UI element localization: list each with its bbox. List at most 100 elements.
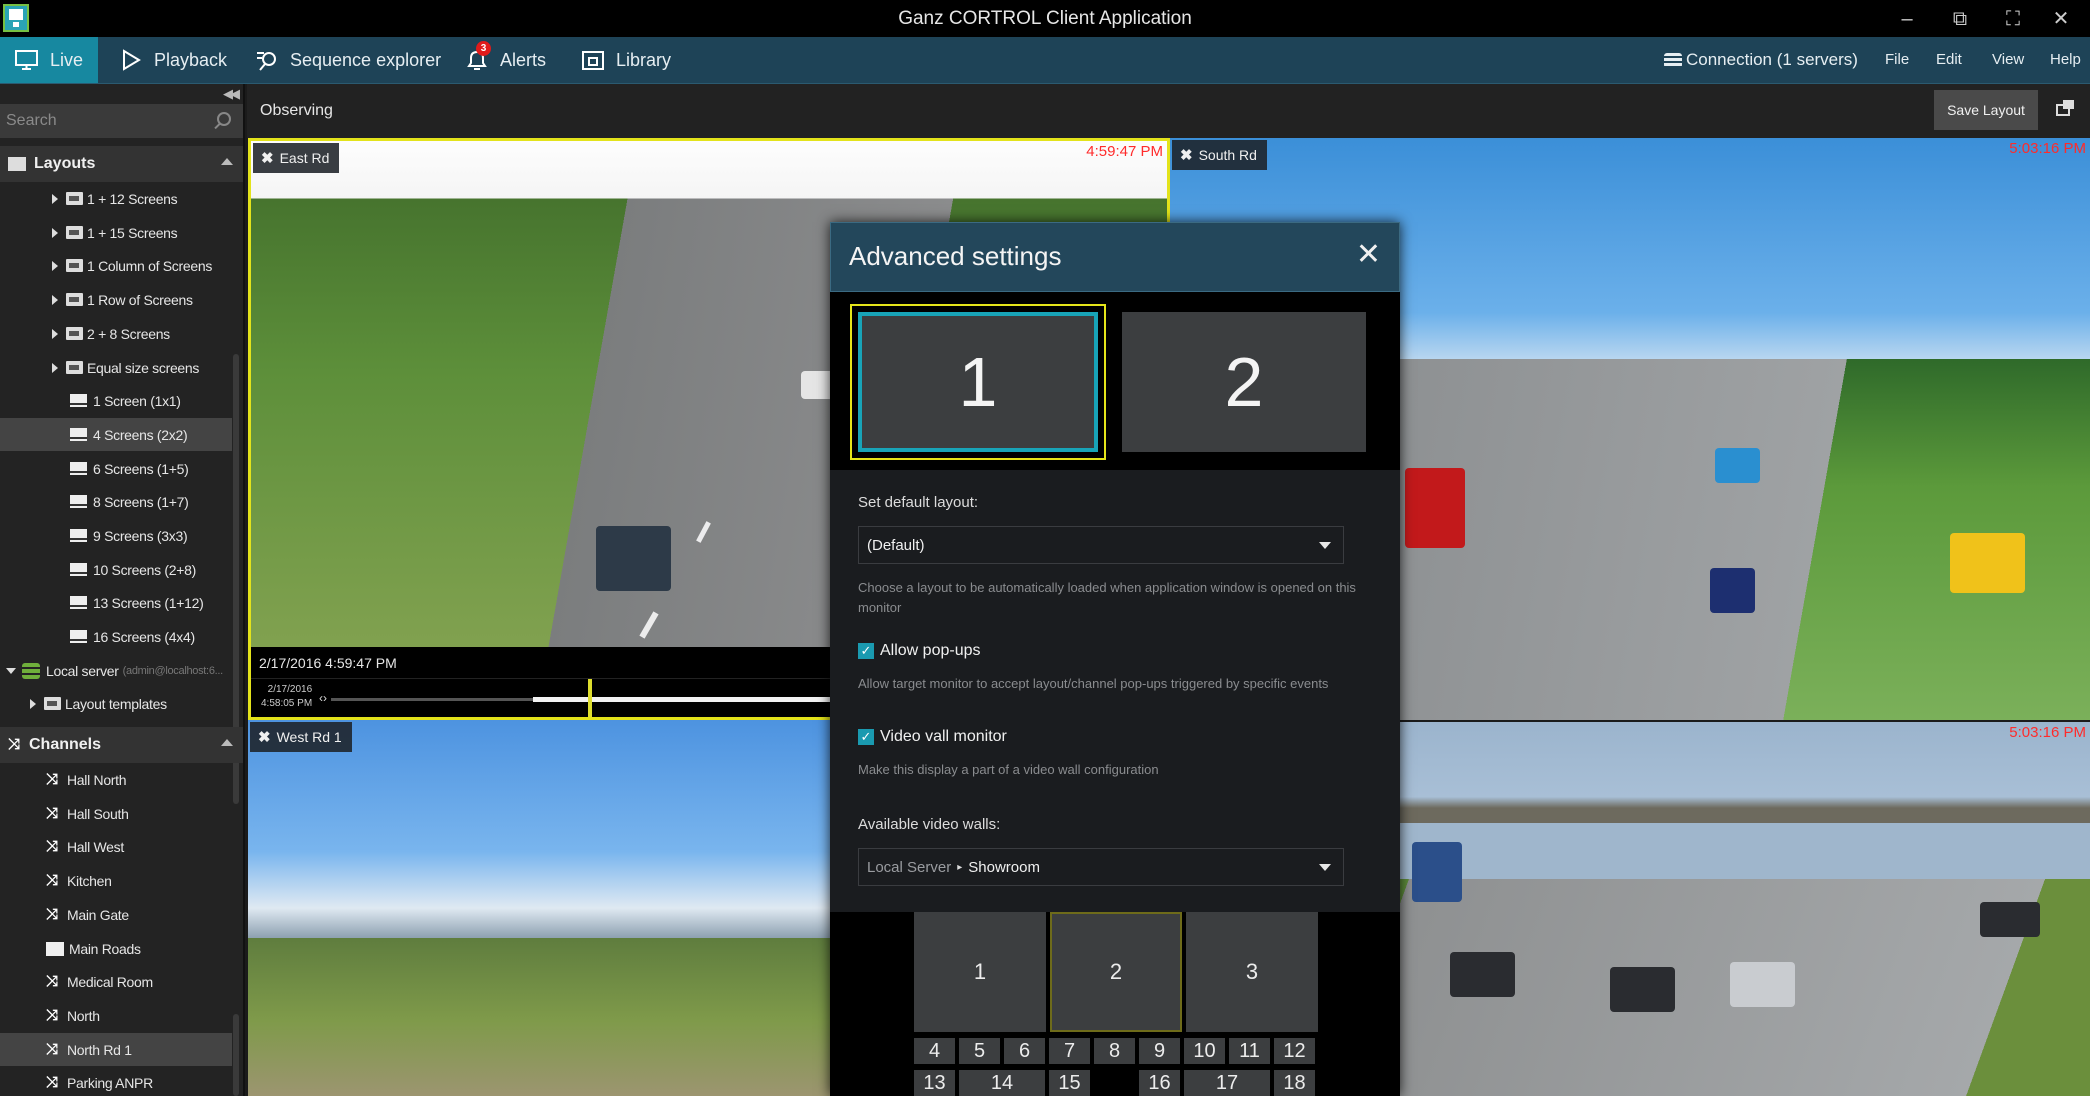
wall-screen-1[interactable]: 1 [914, 912, 1046, 1032]
tab-playback[interactable]: Playback [104, 37, 241, 83]
menu-help[interactable]: Help [2050, 37, 2081, 83]
wall-screen-18[interactable]: 18 [1274, 1070, 1315, 1096]
close-dialog-icon[interactable]: ✕ [1356, 239, 1381, 271]
restore-button[interactable]: ⧉ [1935, 4, 1985, 34]
channel-item[interactable]: ⤨ Kitchen [0, 864, 232, 897]
channel-item[interactable]: ⤨ Main Gate [0, 898, 232, 931]
monitor-1[interactable]: 1 [850, 304, 1106, 460]
wall-screen-2[interactable]: 2 [1050, 912, 1182, 1032]
wall-screen-9[interactable]: 9 [1139, 1038, 1180, 1064]
wall-screen-5[interactable]: 5 [959, 1038, 1000, 1064]
search-icon[interactable] [217, 112, 231, 126]
channel-icon: ⤨ [46, 1073, 58, 1091]
layout-folder[interactable]: 1 Column of Screens [0, 249, 232, 282]
tile-name: West Rd 1 [276, 729, 342, 745]
channel-item[interactable]: ⤨ Parking ANPR [0, 1066, 232, 1096]
save-layout-button[interactable]: Save Layout [1934, 90, 2038, 130]
layout-folder-label: 1 Row of Screens [87, 291, 193, 308]
layout-templates-node[interactable]: Layout templates [0, 687, 232, 720]
layout-label: 10 Screens (2+8) [93, 561, 196, 578]
layout-item[interactable]: 10 Screens (2+8) [0, 553, 232, 586]
layout-folder[interactable]: 1 Row of Screens [0, 283, 232, 316]
library-icon [580, 48, 606, 72]
wall-screen-16[interactable]: 16 [1139, 1070, 1180, 1096]
channel-item[interactable]: ⤨ Medical Room [0, 965, 232, 998]
allow-popups-checkbox[interactable]: ✓ Allow pop-ups [858, 642, 981, 660]
menu-edit[interactable]: Edit [1936, 37, 1962, 83]
wall-screen-10[interactable]: 10 [1184, 1038, 1225, 1064]
video-wall-monitor-checkbox[interactable]: ✓ Video vall monitor [858, 728, 1007, 746]
channel-item[interactable]: ⤨ North Rd 1 [0, 1033, 232, 1066]
tab-library[interactable]: Library [566, 37, 685, 83]
connection-button[interactable]: Connection (1 servers) [1664, 37, 1858, 83]
minimize-button[interactable]: – [1882, 4, 1932, 34]
tab-alerts[interactable]: 3 Alerts [450, 37, 560, 83]
channel-label: Hall South [67, 805, 129, 822]
video-tile-west-rd-1[interactable]: ✖ West Rd 1 [248, 720, 830, 1096]
default-layout-select[interactable]: (Default) [858, 526, 1344, 564]
wall-screen-7[interactable]: 7 [1049, 1038, 1090, 1064]
window-title: Ganz CORTROL Client Application [898, 8, 1192, 29]
timeline-zoom-icon[interactable]: ‹› [319, 691, 327, 705]
wall-screen-12[interactable]: 12 [1274, 1038, 1315, 1064]
wall-screen-4[interactable]: 4 [914, 1038, 955, 1064]
channel-item[interactable]: Main Roads [0, 932, 232, 965]
layout-folder[interactable]: 1 + 15 Screens [0, 216, 232, 249]
footer-datetime: 2/17/2016 4:59:47 PM [259, 655, 397, 671]
layout-folder-icon [66, 259, 83, 272]
layout-item[interactable]: 4 Screens (2x2) [0, 418, 232, 451]
menu-view[interactable]: View [1992, 37, 2024, 83]
collapse-sidebar-icon[interactable]: ◀◀ [223, 86, 240, 102]
channel-item[interactable]: ⤨ Hall South [0, 797, 232, 830]
layout-switch-icon[interactable] [2056, 100, 2074, 116]
layout-folder-label: 1 + 15 Screens [87, 224, 178, 241]
layout-folder[interactable]: 1 + 12 Screens [0, 182, 232, 215]
fullscreen-button[interactable]: ⛶ [1988, 4, 2038, 34]
wall-screen-11[interactable]: 11 [1229, 1038, 1270, 1064]
layouts-section-header[interactable]: Layouts [0, 146, 243, 182]
layout-item[interactable]: 1 Screen (1x1) [0, 384, 232, 417]
layout-folder-icon [66, 293, 83, 306]
channels-scrollbar[interactable] [233, 1014, 239, 1096]
layout-item[interactable]: 16 Screens (4x4) [0, 620, 232, 653]
layout-item[interactable]: 9 Screens (3x3) [0, 519, 232, 552]
timeline-playhead[interactable] [588, 679, 592, 717]
video-tile-lower-right[interactable]: 5:03:16 PM [1400, 722, 2090, 1096]
wall-screen-8[interactable]: 8 [1094, 1038, 1135, 1064]
video-wall-select[interactable]: Local Server ▸ Showroom [858, 848, 1344, 886]
tab-live[interactable]: Live [0, 37, 98, 83]
close-tile-icon[interactable]: ✖ [258, 728, 271, 746]
wall-screen-6[interactable]: 6 [1004, 1038, 1045, 1064]
tile-name: East Rd [279, 150, 330, 166]
checkbox-checked-icon: ✓ [858, 643, 874, 659]
timeline-date: 2/17/2016 [267, 684, 313, 695]
server-name: Local server [46, 662, 119, 679]
wall-screen-15[interactable]: 15 [1049, 1070, 1090, 1096]
close-tile-icon[interactable]: ✖ [261, 149, 274, 167]
close-window-button[interactable]: ✕ [2036, 4, 2086, 34]
layout-folder[interactable]: Equal size screens [0, 351, 232, 384]
search-input[interactable] [0, 104, 200, 138]
channel-item[interactable]: ⤨ Hall West [0, 830, 232, 863]
layout-item[interactable]: 13 Screens (1+12) [0, 586, 232, 619]
tab-sequence-explorer[interactable]: Sequence explorer [240, 37, 455, 83]
wall-screen-13[interactable]: 13 [914, 1070, 955, 1096]
channel-item[interactable]: ⤨ North [0, 999, 232, 1032]
wall-screen-14[interactable]: 14 [959, 1070, 1045, 1096]
wall-screen-3[interactable]: 3 [1186, 912, 1318, 1032]
monitor-2[interactable]: 2 [1122, 312, 1366, 452]
layout-folder-label: Equal size screens [87, 359, 200, 376]
search-box [0, 104, 243, 138]
layout-folder[interactable]: 2 + 8 Screens [0, 317, 232, 350]
channel-item[interactable]: ⤨ Hall North [0, 763, 232, 796]
monitor-icon [14, 48, 40, 72]
layout-item[interactable]: 8 Screens (1+7) [0, 485, 232, 518]
layout-folder-label: 1 Column of Screens [87, 257, 213, 274]
menu-file[interactable]: File [1885, 37, 1909, 83]
channels-section-header[interactable]: ⤨ Channels [0, 727, 243, 763]
observing-label: Observing [260, 102, 333, 119]
server-node[interactable]: Local server (admin@localhost:6... [0, 654, 232, 687]
close-tile-icon[interactable]: ✖ [1180, 146, 1193, 164]
wall-screen-17[interactable]: 17 [1184, 1070, 1270, 1096]
layout-item[interactable]: 6 Screens (1+5) [0, 452, 232, 485]
